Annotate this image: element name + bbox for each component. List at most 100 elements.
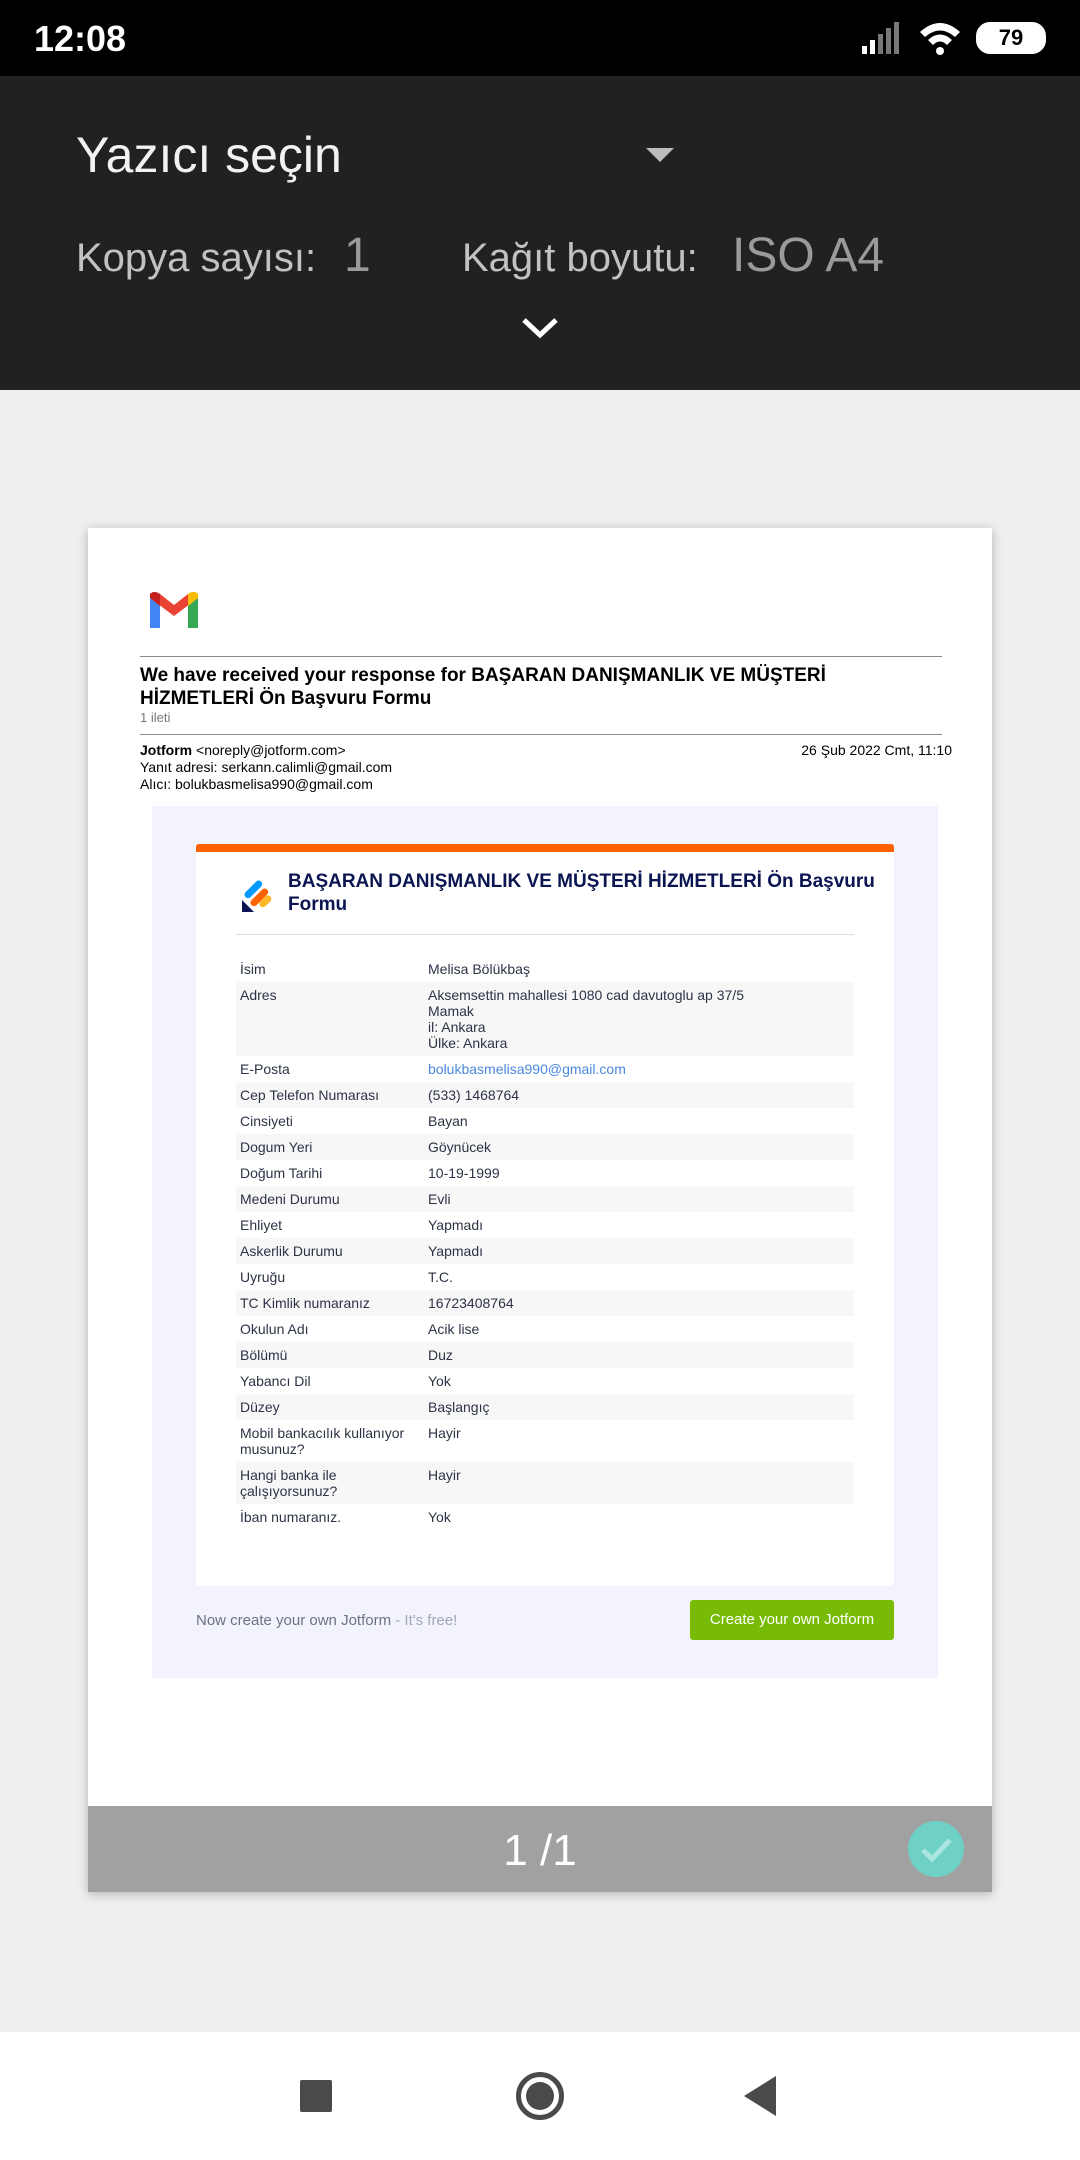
home-button[interactable] bbox=[516, 2072, 564, 2120]
footer-free-text: - It's free! bbox=[391, 1612, 458, 1629]
status-bar: 12:08 79 bbox=[0, 0, 1080, 76]
table-row: Bölümü Duz bbox=[236, 1342, 854, 1368]
field-label: Uyruğu bbox=[240, 1269, 286, 1285]
table-row: Okulun Adı Acik lise bbox=[236, 1316, 854, 1342]
chevron-down-icon[interactable] bbox=[520, 316, 560, 340]
field-value: Yok bbox=[428, 1509, 451, 1525]
field-value: Hayir bbox=[428, 1425, 461, 1441]
recipient: Alıcı: bolukbasmelisa990@gmail.com bbox=[140, 776, 373, 792]
field-value: Evli bbox=[424, 1186, 854, 1212]
field-value: 10-19-1999 bbox=[428, 1165, 500, 1181]
field-value: (533) 1468764 bbox=[424, 1082, 854, 1108]
message-count: 1 ileti bbox=[140, 710, 171, 725]
field-value: Başlangıç bbox=[424, 1394, 854, 1420]
table-row: TC Kimlik numaranız 16723408764 bbox=[236, 1290, 854, 1316]
page-count: 1 /1 bbox=[503, 1826, 577, 1875]
form-title: BAŞARAN DANIŞMANLIK VE MÜŞTERİ HİZMETLER… bbox=[288, 871, 875, 915]
table-row: Düzey Başlangıç bbox=[236, 1394, 854, 1420]
footer-promo-text: Now create your own Jotform bbox=[196, 1612, 392, 1629]
field-value: T.C. bbox=[428, 1269, 453, 1285]
field-label: Düzey bbox=[236, 1394, 424, 1420]
field-label: E-Posta bbox=[240, 1061, 290, 1077]
field-label: Hangi banka ile çalışıyorsunuz? bbox=[236, 1462, 424, 1504]
field-label: Dogum Yeri bbox=[236, 1134, 424, 1160]
copies-label: Kopya sayısı: bbox=[76, 236, 317, 280]
footer-promo: Now create your own Jotform - It's free! bbox=[196, 1612, 457, 1629]
table-row: Adres Aksemsettin mahallesi 1080 cad davu… bbox=[236, 982, 854, 1056]
cell-signal-icon bbox=[862, 22, 899, 54]
table-row: İsim Melisa Bölükbaş bbox=[236, 956, 854, 982]
field-label: Adres bbox=[236, 982, 424, 1056]
field-value-line: Aksemsettin mahallesi 1080 cad davutoglu… bbox=[428, 987, 744, 1003]
form-responses-table: İsim Melisa Bölükbaş Adres Aksemsettin maha… bbox=[236, 956, 854, 1530]
page-indicator-bar: 1 /1 bbox=[88, 1806, 992, 1892]
field-value-line: Ülke: Ankara bbox=[428, 1035, 508, 1051]
battery-icon: 79 bbox=[976, 22, 1046, 54]
email-link[interactable]: bolukbasmelisa990@gmail.com bbox=[428, 1061, 626, 1077]
field-value: Yapmadı bbox=[424, 1238, 854, 1264]
paper-size-label: Kağıt boyutu: bbox=[462, 236, 698, 280]
back-button[interactable] bbox=[744, 2076, 776, 2116]
sender-email: <noreply@jotform.com> bbox=[196, 742, 346, 758]
printer-select[interactable]: Yazıcı seçin bbox=[76, 126, 342, 184]
field-value: Aksemsettin mahallesi 1080 cad davutoglu… bbox=[424, 982, 854, 1056]
field-value-line: il: Ankara bbox=[428, 1019, 486, 1035]
table-row: Cep Telefon Numarası (533) 1468764 bbox=[236, 1082, 854, 1108]
table-row: Mobil bankacılık kullanıyor musunuz? Hayi… bbox=[236, 1420, 854, 1462]
divider bbox=[236, 934, 854, 935]
create-jotform-button[interactable]: Create your own Jotform bbox=[690, 1600, 894, 1640]
divider bbox=[140, 656, 942, 657]
field-value: 16723408764 bbox=[424, 1290, 854, 1316]
checkmark-icon[interactable] bbox=[908, 1821, 964, 1877]
gmail-logo-icon bbox=[150, 592, 198, 628]
table-row: Askerlik Durumu Yapmadı bbox=[236, 1238, 854, 1264]
print-preview-page: We have received your response for BAŞAR… bbox=[88, 528, 992, 1892]
field-value: Hayir bbox=[424, 1462, 854, 1504]
email-body: BAŞARAN DANIŞMANLIK VE MÜŞTERİ HİZMETLER… bbox=[152, 806, 938, 1678]
field-value-line: Mamak bbox=[428, 1003, 474, 1019]
table-row: Medeni Durumu Evli bbox=[236, 1186, 854, 1212]
field-label: Medeni Durumu bbox=[236, 1186, 424, 1212]
field-label: Okulun Adı bbox=[240, 1321, 309, 1337]
field-label: Askerlik Durumu bbox=[236, 1238, 424, 1264]
field-value: bolukbasmelisa990@gmail.com bbox=[424, 1056, 854, 1082]
form-card: BAŞARAN DANIŞMANLIK VE MÜŞTERİ HİZMETLER… bbox=[196, 844, 894, 1586]
recents-button[interactable] bbox=[300, 2080, 332, 2112]
dropdown-arrow-icon[interactable] bbox=[646, 148, 674, 162]
field-label: Ehliyet bbox=[240, 1217, 283, 1233]
table-row: Doğum Tarihi 10-19-1999 bbox=[236, 1160, 854, 1186]
email-date: 26 Şub 2022 Cmt, 11:10 bbox=[801, 742, 952, 758]
navigation-bar bbox=[0, 2032, 1080, 2160]
field-value: Yapmadı bbox=[428, 1217, 483, 1233]
table-row: İban numaranız. Yok bbox=[236, 1504, 854, 1530]
field-label: TC Kimlik numaranız bbox=[236, 1290, 424, 1316]
field-label: İban numaranız. bbox=[240, 1509, 342, 1525]
field-label: İsim bbox=[240, 961, 266, 977]
email-subject: We have received your response for BAŞAR… bbox=[140, 665, 826, 709]
field-label: Bölümü bbox=[236, 1342, 424, 1368]
table-row: Yabancı Dil Yok bbox=[236, 1368, 854, 1394]
table-row: Ehliyet Yapmadı bbox=[236, 1212, 854, 1238]
table-row: Cinsiyeti Bayan bbox=[236, 1108, 854, 1134]
paper-size-value[interactable]: ISO A4 bbox=[732, 228, 884, 283]
table-row: Hangi banka ile çalışıyorsunuz? Hayir bbox=[236, 1462, 854, 1504]
field-label: Yabancı Dil bbox=[240, 1373, 311, 1389]
field-label: Mobil bankacılık kullanıyor musunuz? bbox=[240, 1425, 405, 1457]
copies-value[interactable]: 1 bbox=[344, 228, 371, 283]
divider bbox=[140, 734, 942, 735]
reply-to: Yanıt adresi: serkann.calimli@gmail.com bbox=[140, 759, 393, 775]
table-row: Dogum Yeri Göynücek bbox=[236, 1134, 854, 1160]
field-label: Cinsiyeti bbox=[240, 1113, 293, 1129]
field-value: Duz bbox=[424, 1342, 854, 1368]
sender-name: Jotform bbox=[140, 742, 193, 758]
jotform-logo-icon bbox=[242, 880, 272, 912]
print-options-panel: Yazıcı seçin Kopya sayısı: 1 Kağıt boyut… bbox=[0, 76, 1080, 390]
field-value: Acik lise bbox=[428, 1321, 480, 1337]
table-row: E-Posta bolukbasmelisa990@gmail.com bbox=[236, 1056, 854, 1082]
email-headers: Jotform <noreply@jotform.com> Yanıt adre… bbox=[140, 742, 392, 793]
table-row: Uyruğu T.C. bbox=[236, 1264, 854, 1290]
field-value: Yok bbox=[428, 1373, 451, 1389]
field-value: Melisa Bölükbaş bbox=[428, 961, 530, 977]
field-label: Doğum Tarihi bbox=[240, 1165, 323, 1181]
field-value: Bayan bbox=[428, 1113, 468, 1129]
